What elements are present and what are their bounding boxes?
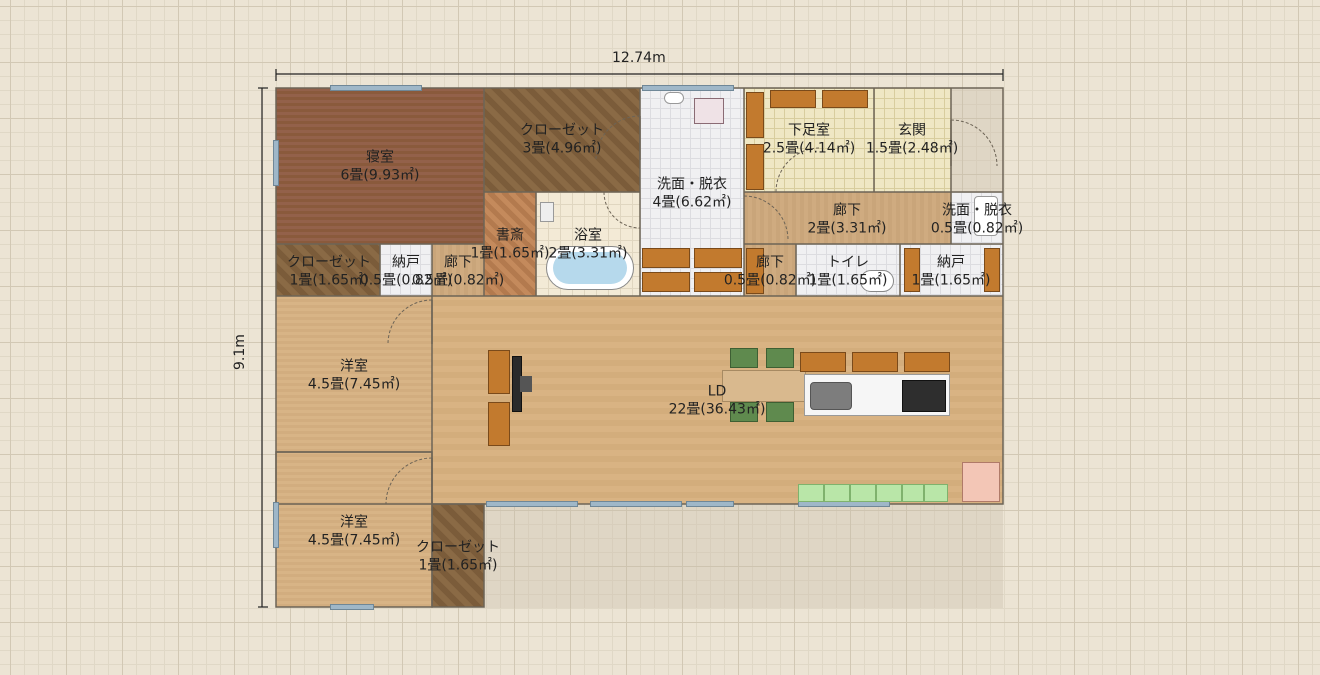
washroom-cabinet-1 xyxy=(642,248,690,268)
room-label-closet-top: クローゼット 3畳(4.96㎡) xyxy=(520,122,604,157)
shoe-cabinet-3 xyxy=(746,92,764,138)
planter-2 xyxy=(824,484,850,502)
planter-6 xyxy=(924,484,948,502)
shower-icon xyxy=(540,202,554,222)
room-label-corridor-small: 廊下 0.5畳(0.82㎡) xyxy=(411,254,505,289)
dining-chair-2 xyxy=(766,348,794,368)
room-label-washroom-main: 洗面・脱衣 4畳(6.62㎡) xyxy=(652,176,732,211)
room-label-closet-mid: クローゼット 1畳(1.65㎡) xyxy=(287,254,371,289)
room-label-closet-bottom: クローゼット 1畳(1.65㎡) xyxy=(416,539,500,574)
planter-5 xyxy=(902,484,924,502)
dining-chair-1 xyxy=(730,348,758,368)
door-swings xyxy=(385,115,998,505)
room-label-bedroom: 寝室 6畳(9.93㎡) xyxy=(340,149,420,184)
fridge-icon xyxy=(962,462,1000,502)
room-label-western1: 洋室 4.5畳(7.45㎡) xyxy=(307,358,401,393)
room-label-ld: LD 22畳(36.43㎡) xyxy=(668,383,766,418)
room-label-bath: 浴室 2畳(3.31㎡) xyxy=(548,227,628,262)
sink-icon xyxy=(664,92,684,104)
tv-cabinet-1 xyxy=(488,350,510,394)
washing-machine-icon xyxy=(694,98,724,124)
room-label-entrance: 玄関 1.5畳(2.48㎡) xyxy=(865,122,959,157)
dining-chair-4 xyxy=(766,402,794,422)
room-label-western2: 洋室 4.5畳(7.45㎡) xyxy=(307,514,401,549)
planter-1 xyxy=(798,484,824,502)
room-label-corridor-mid: 廊下 0.5畳(0.82㎡) xyxy=(723,254,817,289)
room-label-toilet: トイレ 1畳(1.65㎡) xyxy=(808,254,888,289)
tv-stand-icon xyxy=(520,376,532,392)
planter-4 xyxy=(876,484,902,502)
shoe-cabinet-1 xyxy=(770,90,816,108)
room-label-shoe-room: 下足室 2.5畳(4.14㎡) xyxy=(762,122,856,157)
room-label-storage-right: 納戸 1畳(1.65㎡) xyxy=(911,254,991,289)
washroom-cabinet-3 xyxy=(642,272,690,292)
kitchen-sink-icon xyxy=(810,382,852,410)
room-label-washroom-small: 洗面・脱衣 0.5畳(0.82㎡) xyxy=(930,202,1024,237)
room-label-corridor-right: 廊下 2畳(3.31㎡) xyxy=(807,202,887,237)
shoe-cabinet-4 xyxy=(746,144,764,190)
kitchen-cabinet-1 xyxy=(800,352,846,372)
kitchen-cabinet-3 xyxy=(904,352,950,372)
stove-icon xyxy=(902,380,946,412)
kitchen-cabinet-2 xyxy=(852,352,898,372)
planter-3 xyxy=(850,484,876,502)
tv-cabinet-2 xyxy=(488,402,510,446)
shoe-cabinet-2 xyxy=(822,90,868,108)
